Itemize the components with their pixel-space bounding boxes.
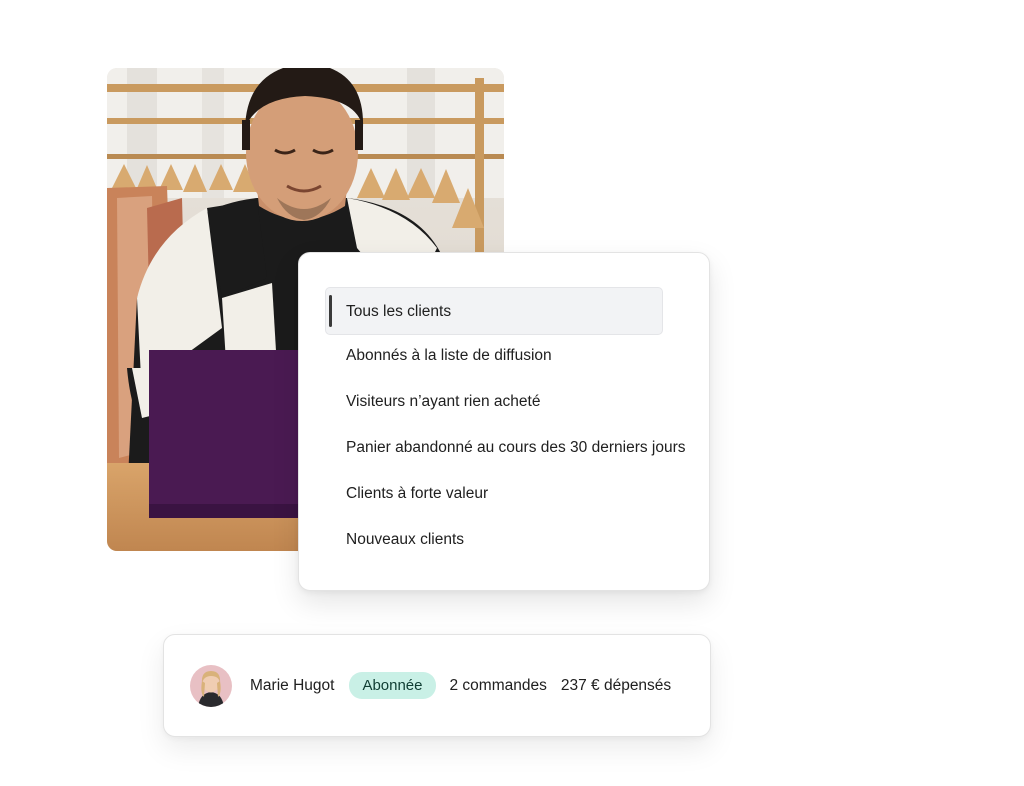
orders-count: 2 commandes bbox=[449, 676, 547, 694]
marketing-illustration: Tous les clients Abonnés à la liste de d… bbox=[0, 0, 1024, 786]
segments-list: Tous les clients Abonnés à la liste de d… bbox=[325, 287, 709, 563]
segment-visitors-no-purchase[interactable]: Visiteurs n’ayant rien acheté bbox=[325, 379, 709, 425]
amount-spent: 237 € dépensés bbox=[560, 676, 672, 694]
customer-segments-menu: Tous les clients Abonnés à la liste de d… bbox=[298, 252, 710, 591]
status-badge: Abonnée bbox=[349, 672, 436, 699]
segment-all-customers[interactable]: Tous les clients bbox=[325, 287, 663, 335]
customer-name: Marie Hugot bbox=[250, 676, 335, 694]
segment-high-value-customers[interactable]: Clients à forte valeur bbox=[325, 471, 709, 517]
customer-row[interactable]: Marie Hugot Abonnée 2 commandes 237 € dé… bbox=[163, 634, 711, 737]
avatar bbox=[190, 664, 232, 707]
segment-new-customers[interactable]: Nouveaux clients bbox=[325, 517, 709, 563]
segment-email-subscribers[interactable]: Abonnés à la liste de diffusion bbox=[325, 333, 709, 379]
segment-abandoned-cart[interactable]: Panier abandonné au cours des 30 dernier… bbox=[325, 425, 709, 471]
